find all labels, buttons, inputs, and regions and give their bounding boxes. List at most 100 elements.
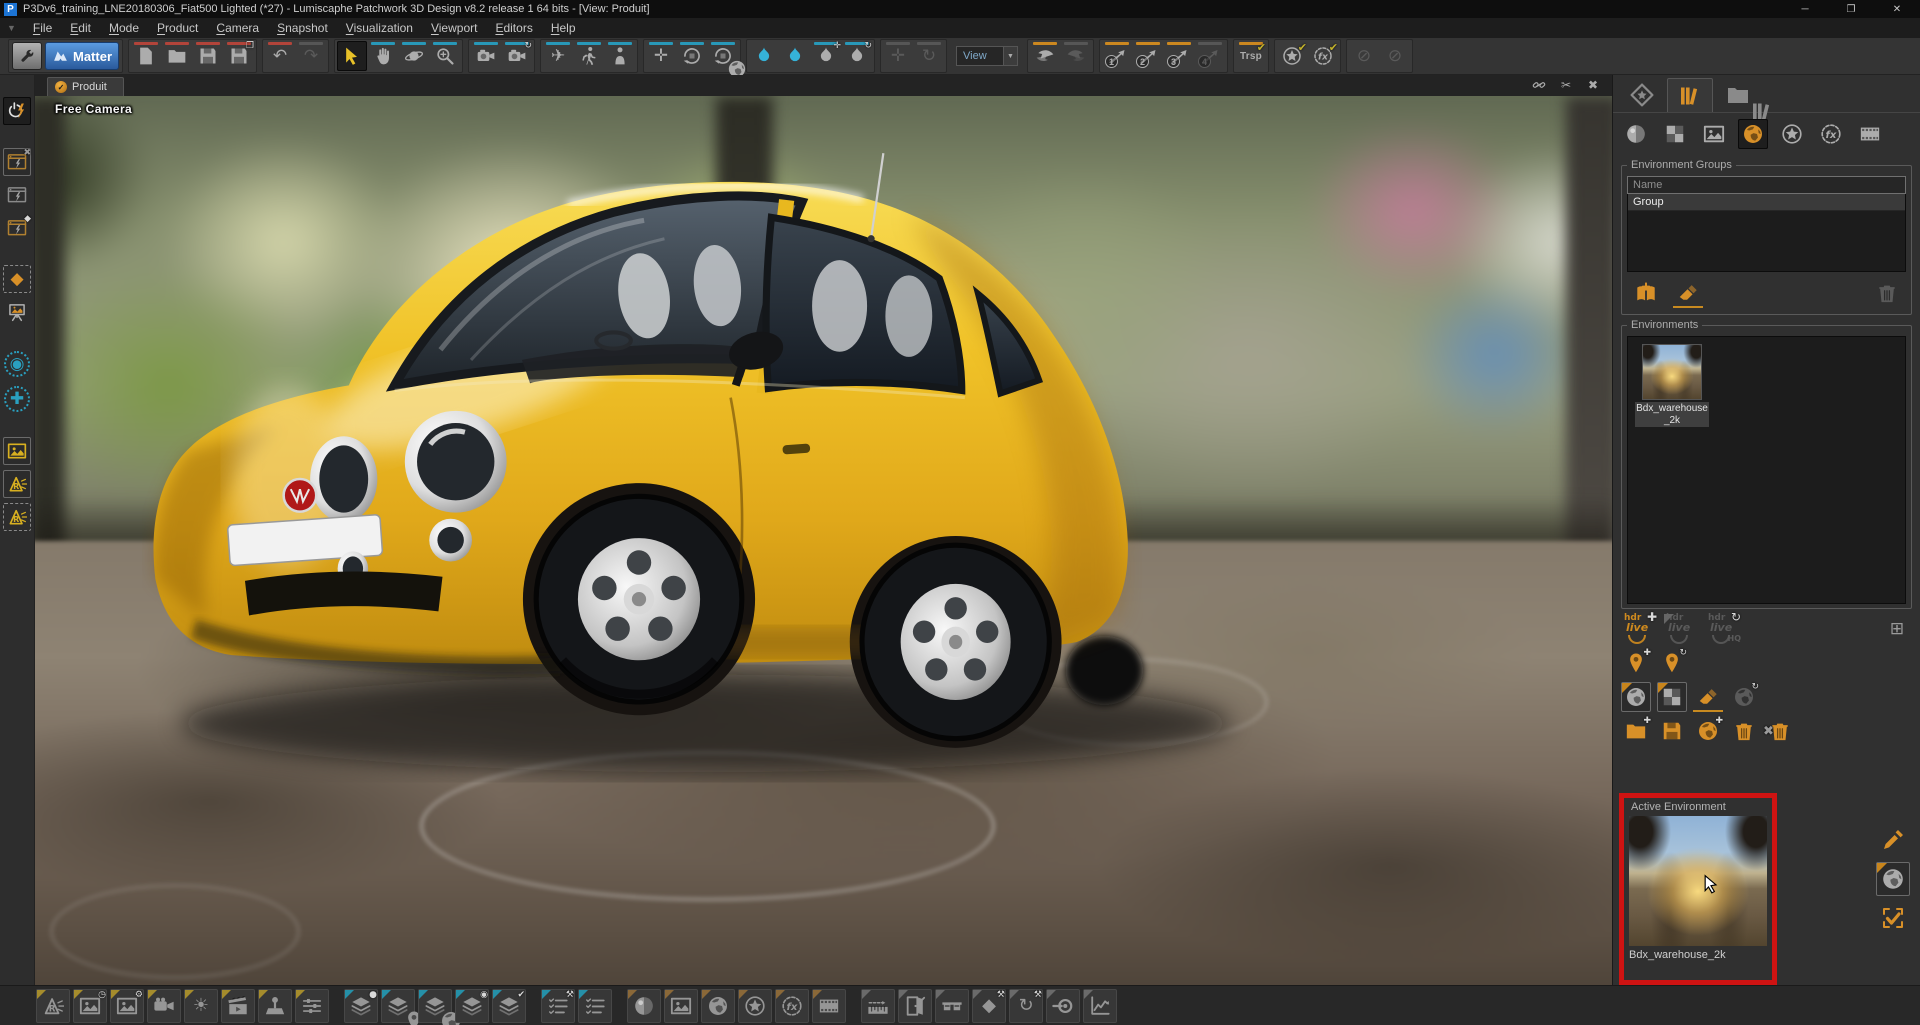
- object-translate-button[interactable]: ✛: [883, 41, 913, 71]
- render-region-button[interactable]: ◆: [3, 265, 31, 293]
- bookmark-2-button[interactable]: 2: [1133, 41, 1163, 71]
- pan-tool-button[interactable]: [368, 41, 398, 71]
- backgrounds-library-button[interactable]: [1855, 119, 1885, 149]
- menu-product[interactable]: Product: [148, 20, 207, 36]
- configuration-list-button[interactable]: [578, 989, 612, 1023]
- remove-reference-button[interactable]: ✖: [1765, 716, 1795, 746]
- bookmark-1-button[interactable]: 1: [1102, 41, 1132, 71]
- delete-group-button[interactable]: [1872, 278, 1902, 308]
- delete-environment-button[interactable]: [1729, 716, 1759, 746]
- mirror-view-button[interactable]: [1030, 41, 1060, 71]
- visibility-layers-button[interactable]: ◉: [455, 989, 489, 1023]
- menu-snapshot[interactable]: Snapshot: [268, 20, 337, 36]
- apply-active-environment-button[interactable]: [1876, 901, 1910, 935]
- new-database-button[interactable]: [131, 41, 161, 71]
- camera-group-visibility-button[interactable]: ◉: [4, 351, 30, 377]
- overlays-display-button[interactable]: ✔: [1277, 41, 1307, 71]
- snapshots-settings-button[interactable]: ⚙: [110, 989, 144, 1023]
- interactive-render-button[interactable]: [3, 181, 31, 209]
- group-row[interactable]: Group: [1628, 194, 1905, 211]
- orbit-tool-button[interactable]: [399, 41, 429, 71]
- camera-group-add-button[interactable]: ✚: [4, 386, 30, 412]
- environment-thumbnail[interactable]: Bdx_warehouse_2k: [1635, 344, 1709, 427]
- refresh-environment-button[interactable]: ↻: [1729, 682, 1759, 712]
- sensors-curves-button[interactable]: [1083, 989, 1117, 1023]
- tuner-button[interactable]: [295, 989, 329, 1023]
- hdrlive-hq-button[interactable]: hdrliveHQ↻: [1705, 613, 1741, 645]
- menu-edit[interactable]: Edit: [61, 20, 100, 36]
- menu-mode[interactable]: Mode: [100, 20, 148, 36]
- import-environment-button[interactable]: ✚: [1621, 716, 1651, 746]
- observer-mode-button[interactable]: [605, 41, 635, 71]
- create-environment-button[interactable]: ✚: [1693, 716, 1723, 746]
- matter-mode-button[interactable]: Matter: [45, 42, 119, 70]
- render-view-button[interactable]: [3, 470, 31, 498]
- sun-settings-button[interactable]: ☀: [184, 989, 218, 1023]
- walk-through-button[interactable]: [574, 41, 604, 71]
- thumbnail-display-button[interactable]: ⊞: [1882, 614, 1912, 644]
- bookmark-4-button[interactable]: 4: [1195, 41, 1225, 71]
- hdrlive-refresh-button[interactable]: hdrlive: [1663, 613, 1699, 645]
- select-tool-button[interactable]: [337, 41, 367, 71]
- split-view-button[interactable]: ✂: [1557, 77, 1575, 93]
- camera-orbit-button[interactable]: ↻: [502, 41, 532, 71]
- animations-button[interactable]: [221, 989, 255, 1023]
- stereoscopy-button[interactable]: [935, 989, 969, 1023]
- video-capture-button[interactable]: [147, 989, 181, 1023]
- environment-display-button[interactable]: [1621, 682, 1651, 712]
- 3d-viewport[interactable]: Free Camera: [35, 96, 1612, 985]
- environments-library-button[interactable]: [1738, 119, 1768, 149]
- surface-tools-button[interactable]: ◆⚒: [972, 989, 1006, 1023]
- picking-settings-button[interactable]: [1046, 989, 1080, 1023]
- tab-produit[interactable]: ✓ Produit: [47, 77, 124, 96]
- overlays-editor-button[interactable]: [738, 989, 772, 1023]
- hdrlive-import-button[interactable]: hdrlive✚: [1621, 613, 1657, 645]
- effects-library-button[interactable]: [1816, 119, 1846, 149]
- maximize-button[interactable]: ❐: [1828, 0, 1874, 18]
- sun-position-update-button[interactable]: ↻: [1657, 648, 1687, 678]
- database-browser-tab[interactable]: [1715, 78, 1761, 112]
- environment-groups-list[interactable]: Group: [1627, 194, 1906, 272]
- rename-group-button[interactable]: [1673, 278, 1703, 308]
- save-environment-button[interactable]: [1657, 716, 1687, 746]
- paint-translate-button[interactable]: ✛: [811, 41, 841, 71]
- configuration-rules-button[interactable]: ⚒: [541, 989, 575, 1023]
- rotate-gizmo-button[interactable]: [677, 41, 707, 71]
- matter-products-tab[interactable]: [1619, 78, 1665, 112]
- menu-help[interactable]: Help: [542, 20, 585, 36]
- materials-library-button[interactable]: [1621, 119, 1651, 149]
- mirror-view-next-button[interactable]: [1061, 41, 1091, 71]
- interactive-render-quality-button[interactable]: ◆: [3, 214, 31, 242]
- render-area-button[interactable]: [3, 503, 31, 531]
- menu-visualization[interactable]: Visualization: [337, 20, 422, 36]
- create-group-button[interactable]: [1631, 278, 1661, 308]
- render-frame-button[interactable]: [36, 989, 70, 1023]
- save-database-button[interactable]: [193, 41, 223, 71]
- paint-material-button[interactable]: [749, 41, 779, 71]
- overlays-library-button[interactable]: [1777, 119, 1807, 149]
- paint-rotate-button[interactable]: ↻: [842, 41, 872, 71]
- background-display-button[interactable]: [1657, 682, 1687, 712]
- positions-layers-button[interactable]: [381, 989, 415, 1023]
- states-layers-button[interactable]: ✔: [492, 989, 526, 1023]
- active-environment-display-button[interactable]: [1876, 862, 1910, 896]
- interaction-button[interactable]: [258, 989, 292, 1023]
- group-name-header[interactable]: Name: [1627, 176, 1906, 194]
- window-menu-icon[interactable]: ▼: [7, 23, 16, 33]
- presentation-screen-button[interactable]: [3, 298, 31, 326]
- close-view-button[interactable]: ✖: [1584, 77, 1602, 93]
- fly-through-button[interactable]: ✈: [543, 41, 573, 71]
- global-illumination-button[interactable]: ⊘: [1380, 41, 1410, 71]
- save-database-as-button[interactable]: ❐: [224, 41, 254, 71]
- zoom-tool-button[interactable]: [430, 41, 460, 71]
- dropdown-arrow-icon[interactable]: ▼: [1003, 47, 1017, 65]
- world-rotate-gizmo-button[interactable]: [708, 41, 738, 71]
- interactive-render-off-button[interactable]: ✖: [3, 148, 31, 176]
- active-environment-thumbnail[interactable]: [1629, 816, 1767, 946]
- postprocesses-library-button[interactable]: [1660, 119, 1690, 149]
- libraries-tab[interactable]: [1667, 78, 1713, 112]
- object-rotate-button[interactable]: ↻: [914, 41, 944, 71]
- redo-button[interactable]: ↷: [296, 41, 326, 71]
- camera-translate-button[interactable]: [471, 41, 501, 71]
- snapshots-batch-button[interactable]: ◷: [73, 989, 107, 1023]
